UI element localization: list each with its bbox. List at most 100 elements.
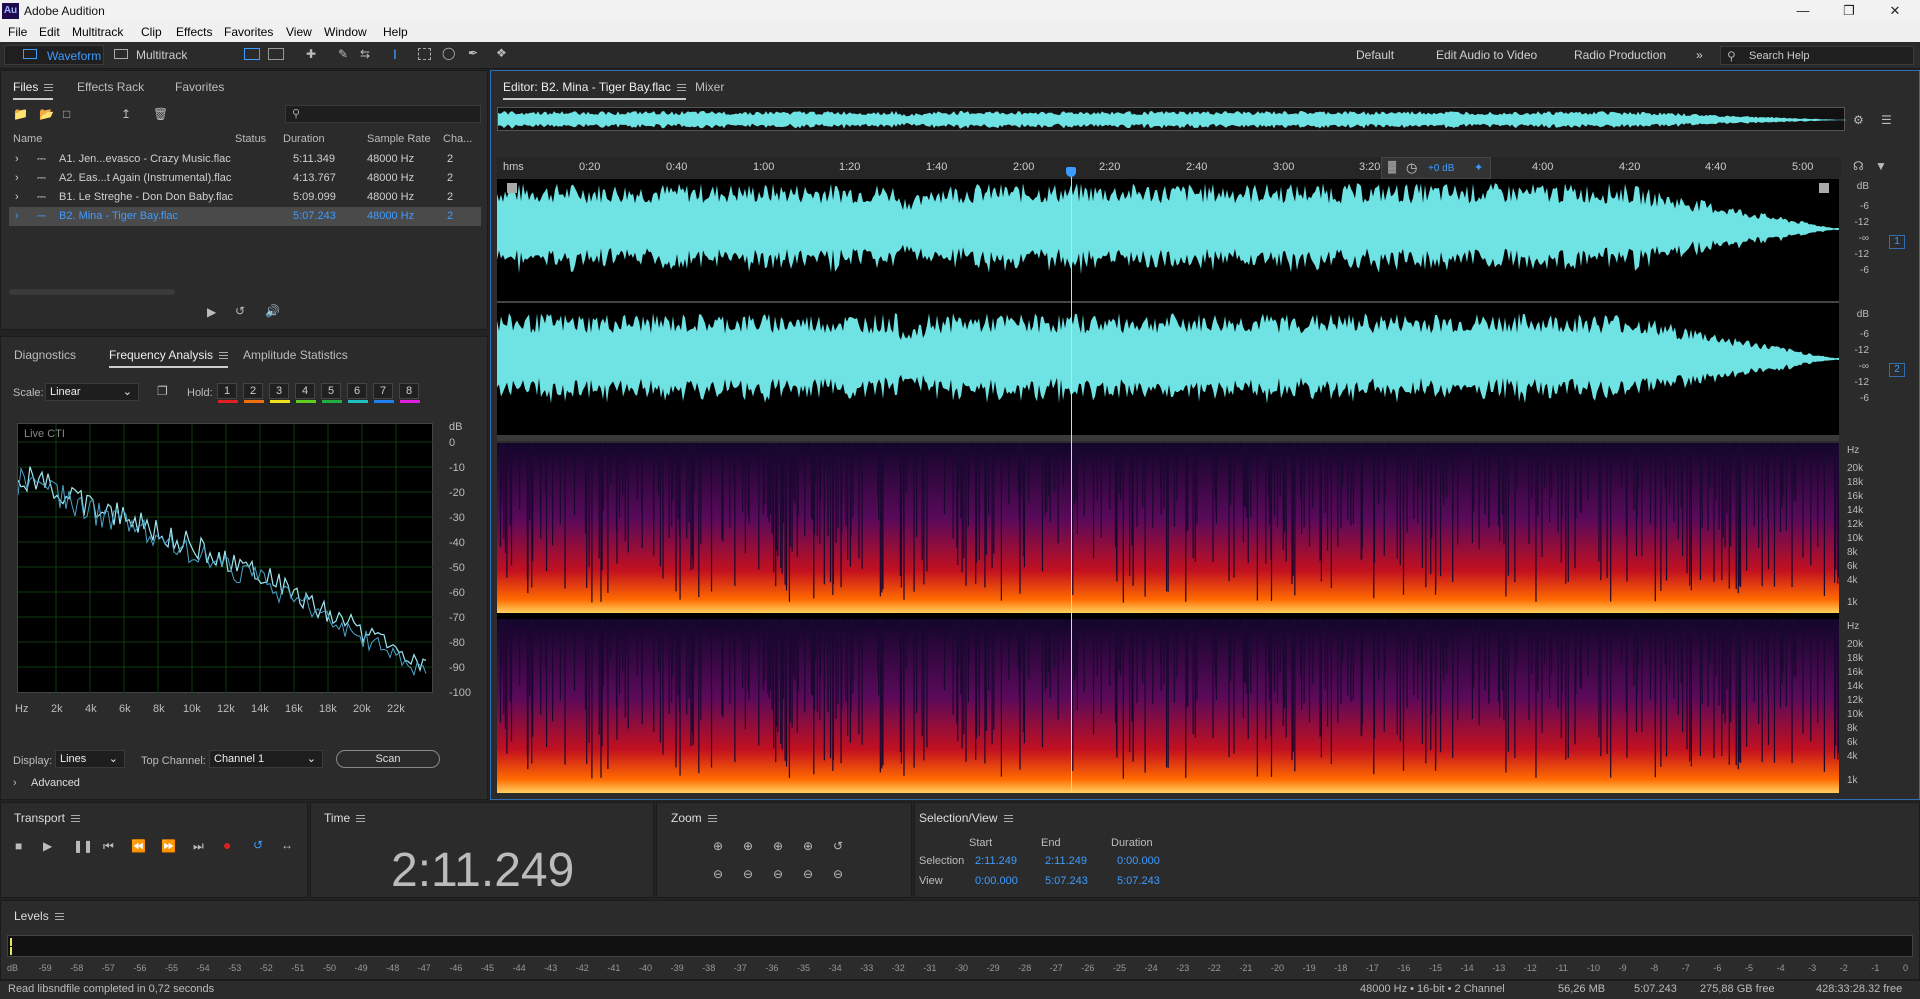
play-icon[interactable]: ▶ xyxy=(43,839,52,853)
selection-start[interactable]: 2:11.249 xyxy=(975,855,1017,867)
hold-button-7[interactable]: 7 xyxy=(373,383,394,403)
new-file-icon[interactable]: □ xyxy=(63,107,70,121)
channel-1-toggle[interactable]: 1 xyxy=(1889,235,1905,249)
frequency-graph[interactable]: Live CTI xyxy=(17,423,434,694)
file-row[interactable]: › ⎓ A1. Jen...evasco - Crazy Music.flac 5… xyxy=(9,150,481,169)
waveform-display[interactable] xyxy=(497,179,1839,435)
hud-gain[interactable]: ▓ ◷ +0 dB ✦ xyxy=(1381,157,1491,179)
spectral-divider[interactable] xyxy=(497,435,1839,441)
top-channel-dropdown[interactable]: Channel 1 ⌄ xyxy=(209,750,323,768)
advanced-chevron-icon[interactable]: › xyxy=(13,777,17,789)
column-duration[interactable]: Duration xyxy=(283,133,325,145)
record-icon[interactable]: ● xyxy=(223,837,231,853)
zoom-in-left-icon[interactable]: ⊕ xyxy=(773,839,783,853)
slip-tool-icon[interactable]: ⇆ xyxy=(360,47,370,61)
loop-icon[interactable]: ↺ xyxy=(235,304,245,318)
insert-into-multitrack-icon[interactable]: ↥ xyxy=(121,107,131,121)
minimize-icon[interactable]: — xyxy=(1780,0,1826,22)
menu-window[interactable]: Window xyxy=(324,25,367,39)
view-duration[interactable]: 5:07.243 xyxy=(1117,875,1160,887)
previous-icon[interactable]: ⏮ xyxy=(103,839,114,854)
scan-button[interactable]: Scan xyxy=(336,750,440,768)
zoom-out-full-icon[interactable]: ⊖ xyxy=(803,867,813,881)
spectral-display-icon[interactable] xyxy=(244,48,260,60)
menu-effects[interactable]: Effects xyxy=(176,25,212,39)
menu-view[interactable]: View xyxy=(286,25,312,39)
import-file-icon[interactable]: 📂 xyxy=(39,107,54,121)
hold-button-2[interactable]: 2 xyxy=(243,383,264,403)
zoom-out-amplitude-icon[interactable]: ⊖ xyxy=(713,867,723,881)
razor-tool-icon[interactable]: ✎ xyxy=(338,47,348,61)
files-search-input[interactable]: ⚲ xyxy=(285,105,481,123)
menu-help[interactable]: Help xyxy=(383,25,408,39)
spot-healing-icon[interactable]: ❖ xyxy=(496,46,507,60)
hold-button-6[interactable]: 6 xyxy=(347,383,368,403)
hold-button-1[interactable]: 1 xyxy=(217,383,238,403)
rewind-icon[interactable]: ⏪ xyxy=(131,839,146,853)
channel-2-toggle[interactable]: 2 xyxy=(1889,363,1905,377)
multitrack-button[interactable]: Multitrack xyxy=(110,45,200,65)
zoom-to-selection-icon[interactable]: ⊖ xyxy=(833,867,843,881)
lasso-icon[interactable]: ◯ xyxy=(442,46,455,60)
workspace-radio-production[interactable]: Radio Production xyxy=(1574,48,1666,62)
marker-icon[interactable]: ▼ xyxy=(1875,159,1887,173)
selection-duration[interactable]: 0:00.000 xyxy=(1117,855,1160,867)
delete-icon[interactable]: 🗑 xyxy=(153,107,168,121)
hold-button-5[interactable]: 5 xyxy=(321,383,342,403)
overview-bar[interactable] xyxy=(497,107,1846,131)
column-status[interactable]: Status xyxy=(235,133,266,145)
fade-out-handle[interactable] xyxy=(1819,183,1829,193)
tab-files[interactable]: Files xyxy=(13,80,54,100)
tab-frequency-analysis[interactable]: Frequency Analysis xyxy=(109,348,229,368)
pause-icon[interactable]: ❚❚ xyxy=(73,839,93,853)
stop-icon[interactable]: ■ xyxy=(15,839,22,853)
workspace-overflow-icon[interactable]: » xyxy=(1696,48,1703,62)
playhead[interactable] xyxy=(1071,171,1073,793)
workspace-edit-audio-video[interactable]: Edit Audio to Video xyxy=(1436,48,1537,62)
waveform-button[interactable]: Waveform xyxy=(4,45,104,65)
fast-forward-icon[interactable]: ⏩ xyxy=(161,839,176,853)
zoom-selection-icon[interactable]: ⊖ xyxy=(773,867,783,881)
file-row[interactable]: › ⎓ A2. Eas...t Again (Instrumental).flac… xyxy=(9,169,481,188)
menu-multitrack[interactable]: Multitrack xyxy=(72,25,123,39)
zoom-out-time-icon[interactable]: ⊖ xyxy=(743,867,753,881)
workspace-default[interactable]: Default xyxy=(1356,48,1394,62)
zoom-in-time-icon[interactable]: ⊕ xyxy=(743,839,753,853)
tab-effects-rack[interactable]: Effects Rack xyxy=(77,80,144,94)
zoom-overview-icon[interactable]: ⚙ xyxy=(1853,113,1864,127)
selection-end[interactable]: 2:11.249 xyxy=(1045,855,1087,867)
view-start[interactable]: 0:00.000 xyxy=(975,875,1018,887)
tab-mixer[interactable]: Mixer xyxy=(695,80,724,94)
advanced-toggle[interactable]: Advanced xyxy=(31,777,80,789)
zoom-reset-icon[interactable]: ↺ xyxy=(833,839,843,853)
move-tool-icon[interactable]: ✚ xyxy=(306,47,316,61)
brush-icon[interactable]: ✒ xyxy=(468,46,478,60)
time-selection-icon[interactable]: I xyxy=(393,46,397,62)
overview-menu-icon[interactable]: ☰ xyxy=(1881,113,1892,127)
spectral-display[interactable] xyxy=(497,443,1839,793)
zoom-in-right-icon[interactable]: ⊕ xyxy=(803,839,813,853)
menu-edit[interactable]: Edit xyxy=(39,25,60,39)
marquee-icon[interactable] xyxy=(418,48,431,60)
column-channels[interactable]: Cha... xyxy=(443,133,472,145)
maximize-icon[interactable]: ❐ xyxy=(1826,0,1872,22)
search-help-field[interactable]: ⚲ Search Help xyxy=(1720,46,1914,65)
hold-button-8[interactable]: 8 xyxy=(399,383,420,403)
fade-in-handle[interactable] xyxy=(507,183,517,193)
overlay-icon[interactable]: ❐ xyxy=(157,384,168,398)
horizontal-scrollbar[interactable] xyxy=(9,289,175,295)
menu-file[interactable]: File xyxy=(8,25,27,39)
menu-clip[interactable]: Clip xyxy=(141,25,162,39)
view-end[interactable]: 5:07.243 xyxy=(1045,875,1088,887)
column-name[interactable]: Name xyxy=(13,133,42,145)
loop-icon[interactable]: ↺ xyxy=(253,838,263,852)
scale-dropdown[interactable]: Linear ⌄ xyxy=(45,383,139,401)
file-row-selected[interactable]: › ⎓ B2. Mina - Tiger Bay.flac 5:07.243 48… xyxy=(9,207,481,226)
autoplay-icon[interactable]: 🔊 xyxy=(265,304,280,318)
next-icon[interactable]: ⏭ xyxy=(193,839,204,854)
hold-button-4[interactable]: 4 xyxy=(295,383,316,403)
open-file-icon[interactable]: 📁 xyxy=(13,107,28,121)
time-ruler[interactable]: hms 0:20 0:40 1:00 1:20 1:40 2:00 2:20 2… xyxy=(497,157,1841,179)
play-icon[interactable]: ▶ xyxy=(207,305,216,319)
headphones-icon[interactable]: ☊ xyxy=(1853,159,1864,173)
